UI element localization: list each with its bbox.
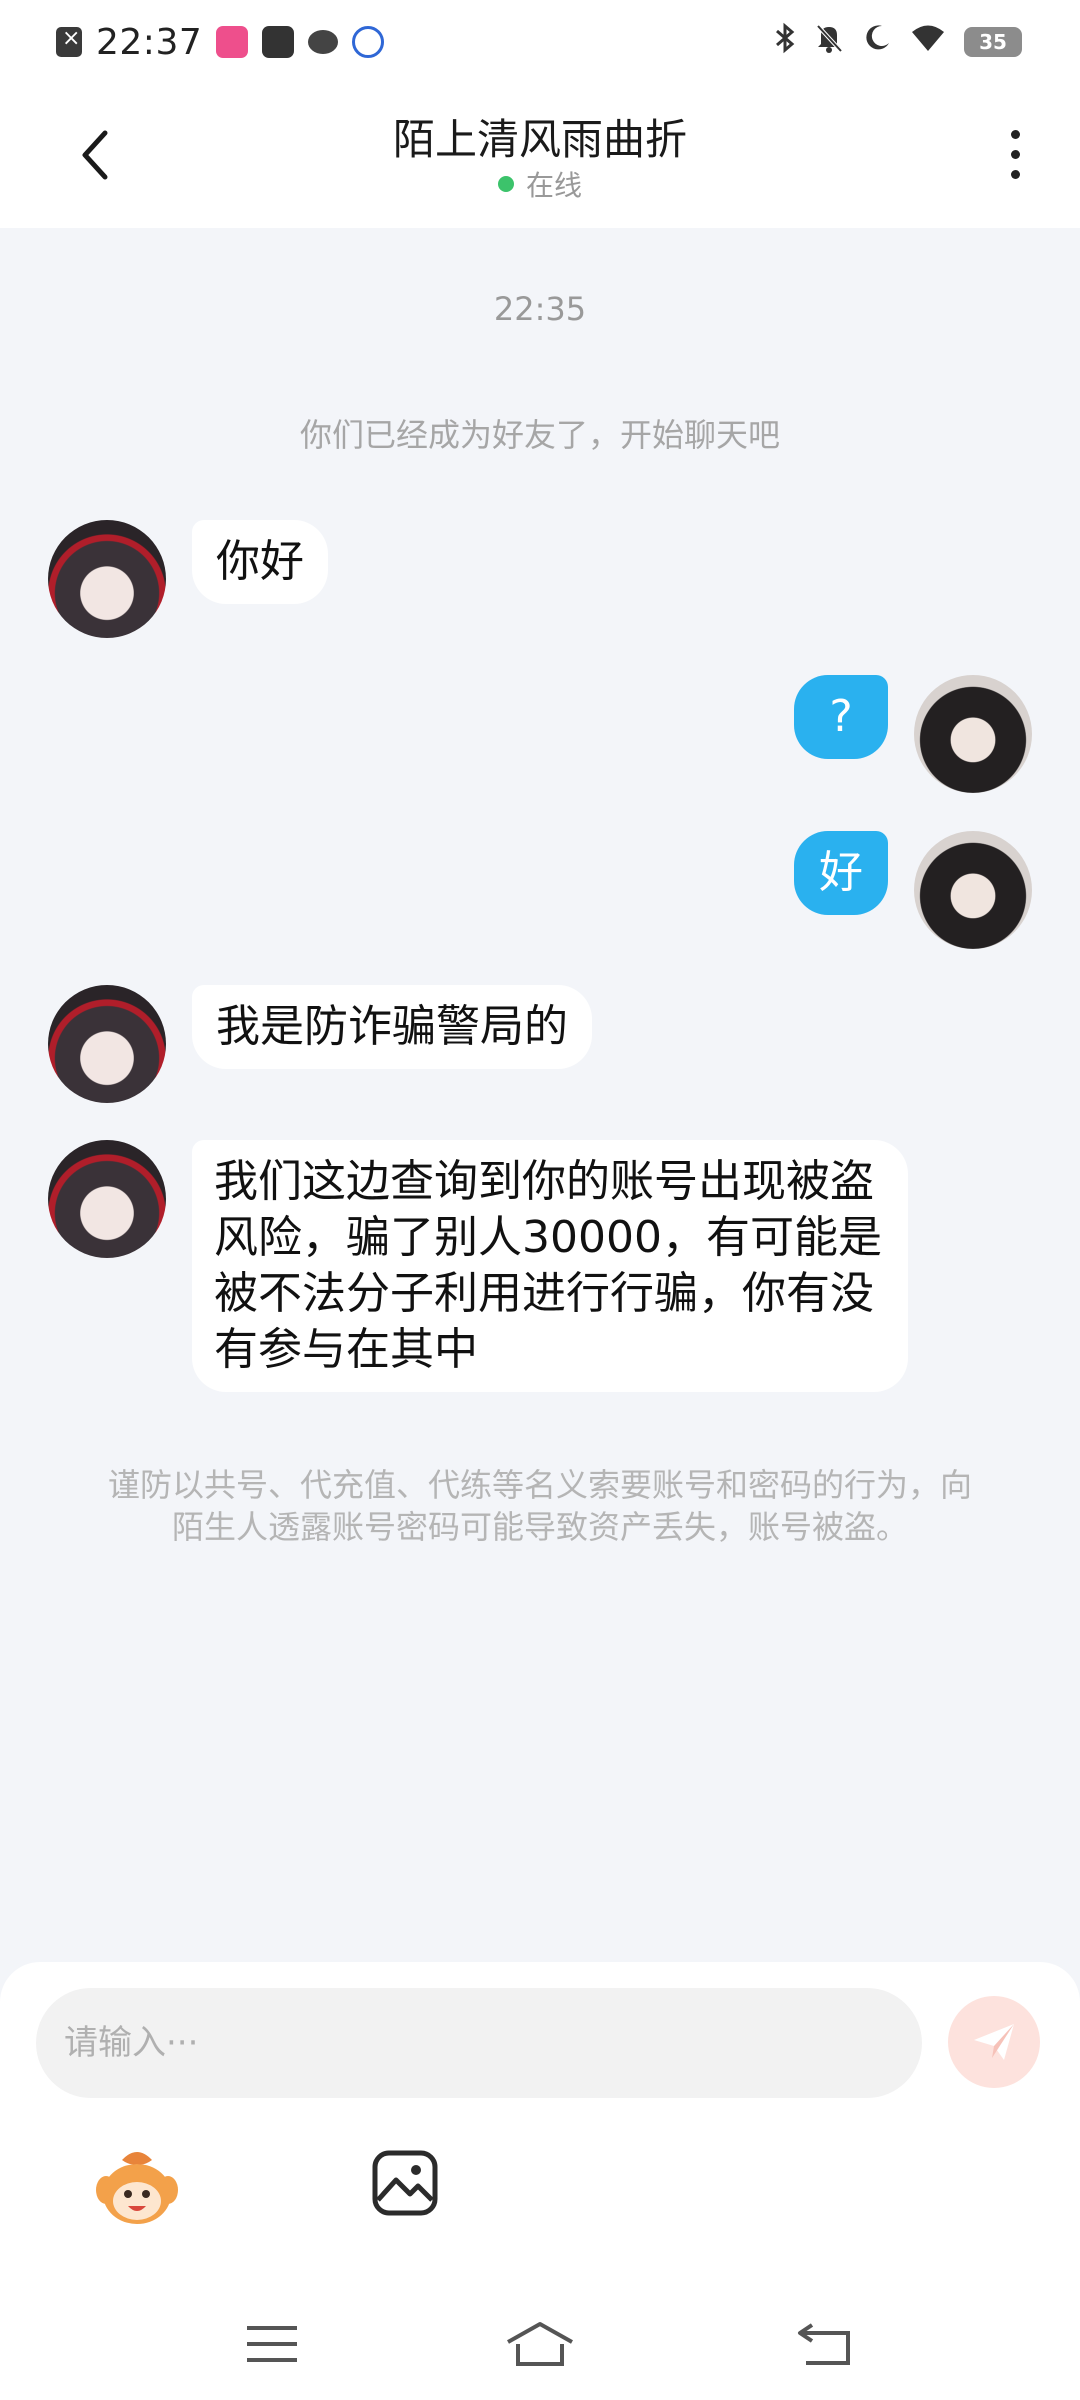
message-bubble-incoming[interactable]: 我是防诈骗警局的	[192, 985, 592, 1069]
contact-avatar[interactable]	[48, 520, 166, 638]
app-notification-icon	[216, 26, 249, 58]
return-icon	[798, 2323, 850, 2365]
contact-name: 陌上清风雨曲折	[392, 115, 687, 164]
contact-avatar[interactable]	[48, 985, 166, 1103]
home-nav-button[interactable]	[500, 2314, 580, 2374]
status-bar-right: 35	[774, 22, 1022, 62]
security-warning: 谨防以共号、代充值、代练等名义索要账号和密码的行为，向陌生人透露账号密码可能导致…	[107, 1466, 972, 1546]
message-bubble-incoming[interactable]: 我们这边查询到你的账号出现被盗风险，骗了别人30000，有可能是被不法分子利用进…	[192, 1140, 908, 1392]
image-picker-button[interactable]	[370, 2148, 440, 2218]
wifi-icon	[910, 23, 946, 61]
back-nav-button[interactable]	[784, 2314, 864, 2374]
send-icon	[974, 2024, 1014, 2060]
menu-icon	[247, 2326, 297, 2362]
notification-close-icon	[56, 26, 82, 57]
system-navigation-bar	[0, 2280, 1080, 2400]
chat-header: 陌上清风雨曲折 在线	[0, 84, 1080, 228]
contact-avatar[interactable]	[48, 1140, 166, 1258]
image-icon	[372, 2150, 438, 2216]
chat-area[interactable]: 22:35 你们已经成为好友了，开始聊天吧 你好 ? 好 我是防诈骗警局的 我们…	[0, 228, 1080, 1960]
moon-icon	[862, 23, 892, 61]
more-options-button[interactable]	[990, 120, 1040, 190]
my-avatar[interactable]	[914, 675, 1032, 793]
online-status: 在线	[0, 164, 1080, 204]
status-time: 22:37	[96, 21, 203, 63]
status-bar: 22:37 35	[0, 0, 1080, 84]
system-message: 你们已经成为好友了，开始聊天吧	[299, 416, 780, 454]
app-notification-icon	[352, 26, 385, 58]
message-bubble-incoming[interactable]: 你好	[192, 520, 328, 604]
more-vertical-icon	[1011, 130, 1020, 139]
menu-nav-button[interactable]	[232, 2314, 312, 2374]
emoji-button[interactable]	[92, 2146, 182, 2230]
message-timestamp: 22:35	[493, 290, 587, 328]
online-dot-icon	[497, 176, 514, 192]
mascot-emoji-icon	[96, 2152, 178, 2224]
bluetooth-icon	[774, 22, 796, 62]
message-bubble-outgoing[interactable]: ?	[794, 675, 888, 759]
message-input[interactable]	[36, 1988, 922, 2098]
send-button[interactable]	[948, 1996, 1040, 2088]
battery-indicator: 35	[964, 27, 1022, 57]
message-bubble-outgoing[interactable]: 好	[794, 831, 888, 915]
app-notification-icon	[262, 26, 295, 58]
mute-icon	[814, 22, 844, 62]
cloud-icon	[308, 30, 339, 54]
online-status-label: 在线	[525, 169, 582, 202]
status-bar-left: 22:37	[56, 18, 385, 66]
my-avatar[interactable]	[914, 831, 1032, 949]
home-icon	[507, 2322, 573, 2366]
